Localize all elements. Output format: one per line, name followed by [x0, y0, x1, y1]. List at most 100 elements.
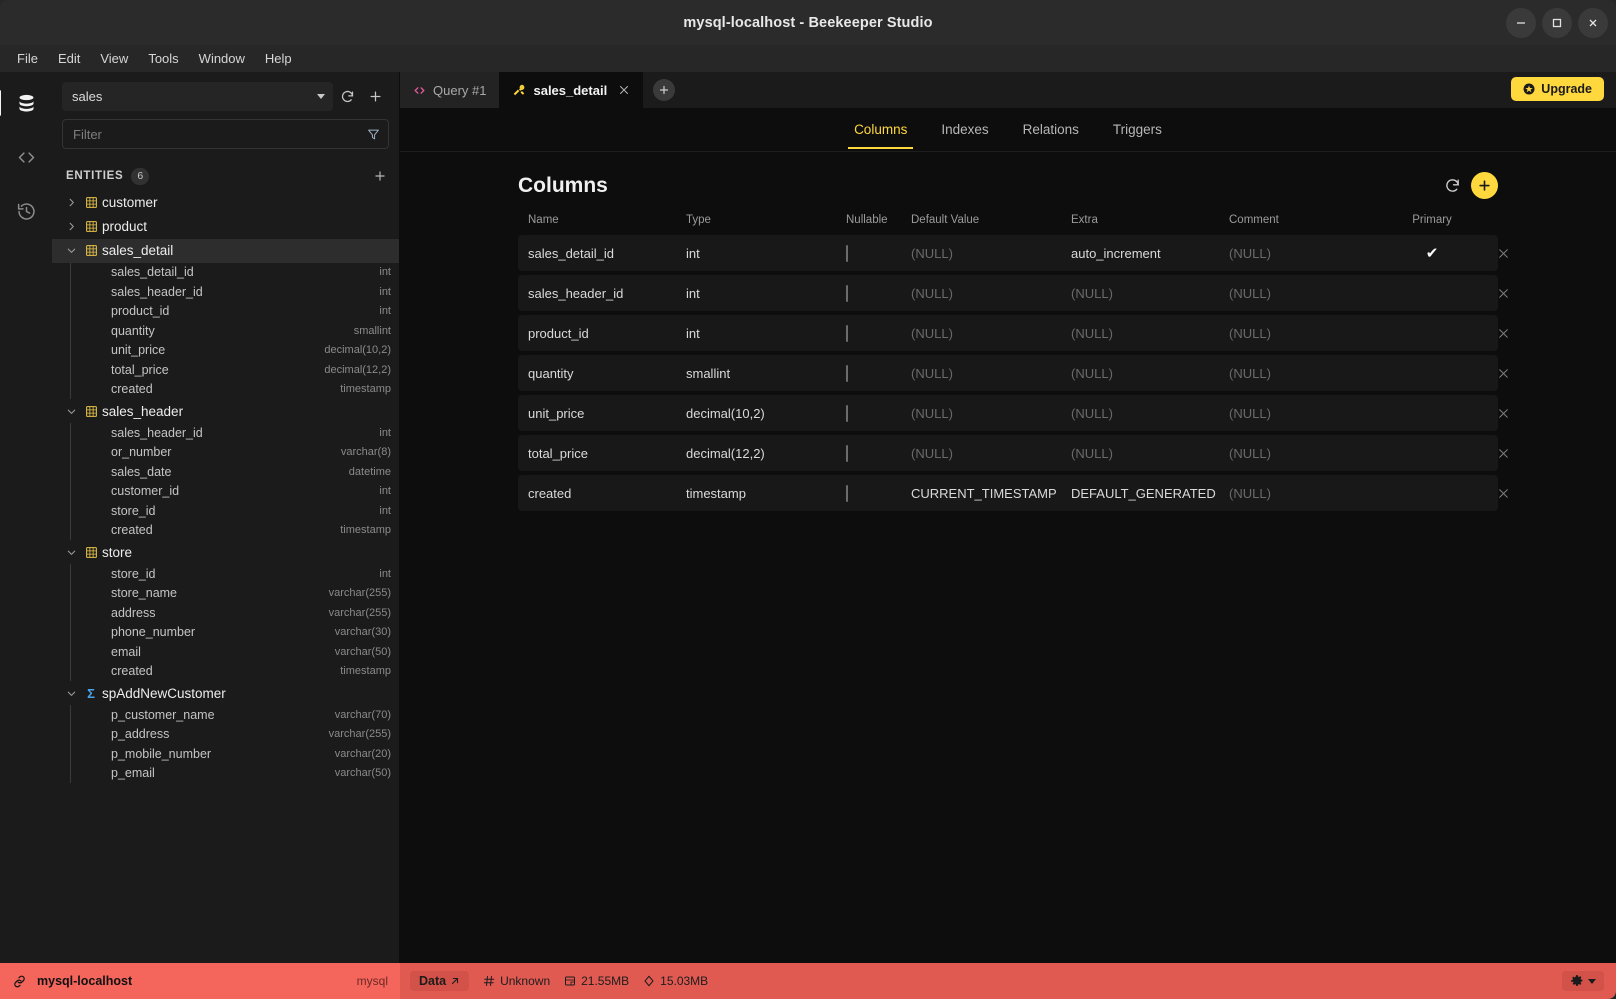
cell-comment[interactable]: (NULL): [1229, 486, 1391, 501]
cell-type[interactable]: int: [686, 326, 846, 341]
tree-item-spAddNewCustomer[interactable]: ΣspAddNewCustomer: [52, 681, 399, 705]
delete-column-button[interactable]: [1473, 407, 1533, 420]
menu-help[interactable]: Help: [256, 48, 301, 69]
tree-item-sales_detail[interactable]: sales_detail: [52, 238, 399, 263]
nullable-checkbox[interactable]: [846, 324, 848, 342]
tree-column[interactable]: created timestamp: [74, 380, 399, 400]
chevron-down-icon[interactable]: [62, 688, 80, 699]
rail-item-history[interactable]: [9, 194, 43, 228]
cell-default[interactable]: (NULL): [911, 326, 1071, 341]
tab-sales-detail[interactable]: sales_detail: [499, 72, 644, 108]
delete-column-button[interactable]: [1473, 247, 1533, 260]
tree-column[interactable]: p_customer_name varchar(70): [74, 705, 399, 725]
cell-default[interactable]: (NULL): [911, 366, 1071, 381]
cell-type[interactable]: decimal(12,2): [686, 446, 846, 461]
menu-file[interactable]: File: [8, 48, 47, 69]
cell-default[interactable]: (NULL): [911, 246, 1071, 261]
table-row[interactable]: created timestamp CURRENT_TIMESTAMP DEFAULT…: [518, 475, 1508, 511]
table-row[interactable]: total_price decimal(12,2) (NULL) (NULL) (NUL…: [518, 435, 1508, 471]
tree-column[interactable]: p_address varchar(255): [74, 725, 399, 745]
table-row[interactable]: sales_header_id int (NULL) (NULL) (NULL): [518, 275, 1508, 311]
cell-extra[interactable]: DEFAULT_GENERATED: [1071, 486, 1229, 501]
database-select[interactable]: sales: [62, 82, 333, 111]
cell-default[interactable]: CURRENT_TIMESTAMP: [911, 486, 1071, 501]
delete-column-button[interactable]: [1473, 487, 1533, 500]
cell-comment[interactable]: (NULL): [1229, 246, 1391, 261]
cell-nullable[interactable]: [846, 284, 911, 302]
cell-nullable[interactable]: [846, 364, 911, 382]
cell-comment[interactable]: (NULL): [1229, 446, 1391, 461]
cell-name[interactable]: unit_price: [518, 406, 686, 421]
cell-name[interactable]: quantity: [518, 366, 686, 381]
nullable-checkbox[interactable]: [846, 284, 848, 302]
cell-type[interactable]: int: [686, 286, 846, 301]
filter-icon[interactable]: [367, 128, 380, 141]
menu-window[interactable]: Window: [190, 48, 254, 69]
cell-nullable[interactable]: [846, 444, 911, 462]
filter-input[interactable]: Filter: [62, 119, 389, 149]
tree-column[interactable]: p_email varchar(50): [74, 764, 399, 784]
add-database-button[interactable]: [361, 83, 389, 111]
subtab-columns[interactable]: Columns: [840, 111, 921, 149]
tree-column[interactable]: total_price decimal(12,2): [74, 360, 399, 380]
close-button[interactable]: [1578, 7, 1608, 38]
chevron-down-icon[interactable]: [62, 245, 80, 256]
tree-item-store[interactable]: store: [52, 540, 399, 564]
tree-item-product[interactable]: product: [52, 215, 399, 239]
table-row[interactable]: sales_detail_id int (NULL) auto_increment (N…: [518, 235, 1508, 271]
tab-close-icon[interactable]: [618, 84, 630, 96]
chevron-down-icon[interactable]: [62, 547, 80, 558]
tree-column[interactable]: customer_id int: [74, 482, 399, 502]
cell-extra[interactable]: (NULL): [1071, 286, 1229, 301]
tree-column[interactable]: sales_header_id int: [74, 423, 399, 443]
cell-default[interactable]: (NULL): [911, 406, 1071, 421]
tree-column[interactable]: quantity smallint: [74, 321, 399, 341]
add-column-button[interactable]: [1471, 172, 1498, 199]
add-entity-button[interactable]: [373, 169, 387, 183]
tree-column[interactable]: address varchar(255): [74, 603, 399, 623]
cell-type[interactable]: decimal(10,2): [686, 406, 846, 421]
tree-column[interactable]: p_mobile_number varchar(20): [74, 744, 399, 764]
chevron-right-icon[interactable]: [62, 197, 80, 208]
upgrade-button[interactable]: Upgrade: [1511, 77, 1604, 101]
cell-nullable[interactable]: [846, 244, 911, 262]
tree-column[interactable]: store_name varchar(255): [74, 584, 399, 604]
menu-view[interactable]: View: [91, 48, 137, 69]
menu-tools[interactable]: Tools: [139, 48, 187, 69]
cell-extra[interactable]: auto_increment: [1071, 246, 1229, 261]
tree-column[interactable]: created timestamp: [74, 662, 399, 682]
cell-comment[interactable]: (NULL): [1229, 326, 1391, 341]
tree-item-sales_header[interactable]: sales_header: [52, 399, 399, 423]
refresh-columns-button[interactable]: [1444, 177, 1461, 194]
nullable-checkbox[interactable]: [846, 404, 848, 422]
minimize-button[interactable]: [1506, 7, 1536, 38]
cell-name[interactable]: sales_detail_id: [518, 246, 686, 261]
rail-item-database[interactable]: [0, 86, 43, 120]
tree-column[interactable]: or_number varchar(8): [74, 443, 399, 463]
nullable-checkbox[interactable]: [846, 364, 848, 382]
cell-nullable[interactable]: [846, 404, 911, 422]
refresh-database-button[interactable]: [333, 83, 361, 111]
cell-type[interactable]: smallint: [686, 366, 846, 381]
chevron-down-icon[interactable]: [62, 406, 80, 417]
tree-column[interactable]: email varchar(50): [74, 642, 399, 662]
data-button[interactable]: Data: [410, 971, 470, 991]
subtab-triggers[interactable]: Triggers: [1099, 111, 1176, 149]
subtab-indexes[interactable]: Indexes: [927, 111, 1002, 149]
tree-column[interactable]: store_id int: [74, 501, 399, 521]
cell-nullable[interactable]: [846, 484, 911, 502]
cell-comment[interactable]: (NULL): [1229, 286, 1391, 301]
nullable-checkbox[interactable]: [846, 484, 848, 502]
chevron-right-icon[interactable]: [62, 221, 80, 232]
tree-column[interactable]: store_id int: [74, 564, 399, 584]
cell-type[interactable]: int: [686, 246, 846, 261]
cell-extra[interactable]: (NULL): [1071, 366, 1229, 381]
connection-settings-button[interactable]: [1562, 971, 1604, 991]
cell-extra[interactable]: (NULL): [1071, 406, 1229, 421]
tree-column[interactable]: sales_header_id int: [74, 282, 399, 302]
cell-name[interactable]: sales_header_id: [518, 286, 686, 301]
tab-query-1[interactable]: Query #1: [400, 72, 500, 108]
delete-column-button[interactable]: [1473, 287, 1533, 300]
maximize-button[interactable]: [1542, 7, 1572, 38]
status-connection[interactable]: mysql-localhost mysql: [0, 963, 400, 999]
